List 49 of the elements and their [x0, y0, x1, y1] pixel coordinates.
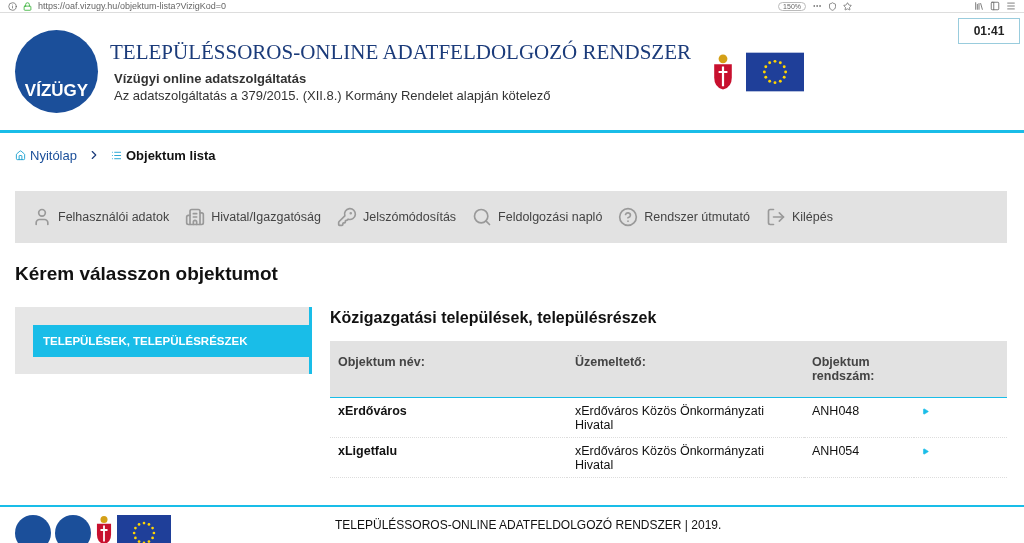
column-header: Üzemeltető: — [567, 341, 804, 398]
list-icon — [110, 149, 122, 161]
menu-item[interactable]: Kilépés — [765, 207, 833, 227]
logo — [15, 515, 51, 543]
table-cell: ANH048 — [804, 397, 914, 438]
open-arrow-icon[interactable] — [922, 448, 929, 455]
info-icon — [8, 1, 17, 11]
breadcrumb-link[interactable]: Nyitólap — [15, 147, 77, 163]
library-icon[interactable] — [974, 1, 984, 11]
logo — [55, 515, 91, 543]
open-arrow-icon[interactable] — [922, 408, 929, 415]
sidebar-icon[interactable] — [990, 1, 1000, 11]
page-heading: Kérem válasszon objektumot — [15, 263, 279, 285]
menu-item[interactable]: Rendszer útmutató — [618, 207, 750, 227]
timer: 01:41 — [958, 18, 1020, 44]
home-icon — [15, 149, 26, 161]
table-cell: xErdőváros Közös Önkormányzati Hivatal — [567, 437, 804, 478]
table-cell: ANH054 — [804, 437, 914, 478]
lock-icon — [23, 1, 32, 11]
coat-of-arms-icon — [95, 515, 113, 543]
exit-icon — [765, 207, 786, 227]
site-title: TELEPÜLÉSSOROS-ONLINE ADATFELDOLGOZÓ RENDSZER — [110, 40, 692, 65]
breadcrumb-link[interactable]: Objektum lista — [110, 147, 216, 163]
site-subtitle: Vízügyi online adatszolgáltatás — [113, 71, 308, 86]
menu-item[interactable]: Felhasználói adatok — [32, 207, 170, 227]
building-icon — [185, 207, 206, 227]
eu-flag-icon — [117, 515, 171, 543]
menu-icon[interactable] — [1006, 1, 1016, 11]
menu-item[interactable]: Hivatal/Igazgatóság — [185, 207, 321, 227]
menu-item[interactable]: Jelszómódosítás — [337, 207, 457, 227]
column-header: Objektum rendszám: — [804, 341, 914, 398]
table-cell: xErdőváros — [330, 397, 567, 438]
help-icon — [618, 207, 639, 227]
star-icon[interactable] — [843, 1, 852, 11]
section-title: Közigazgatási települések, településrészek — [330, 309, 658, 327]
footer-text: TELEPÜLÉSSOROS-ONLINE ADATFELDOLGOZÓ RENDSZER | 2019. — [335, 516, 722, 534]
logo: VÍZÜGY — [15, 30, 98, 113]
search-icon — [472, 207, 493, 227]
coat-of-arms-icon — [712, 51, 734, 92]
table-cell: xLigetfalu — [330, 437, 567, 478]
key-icon — [337, 207, 357, 227]
eu-flag-icon — [746, 51, 804, 92]
shield-icon[interactable] — [828, 1, 837, 11]
column-header: Objektum név: — [330, 341, 567, 398]
menu-item[interactable]: Feldolgozási napló — [472, 207, 603, 227]
legal-note: Az adatszolgáltatás a 379/2015. (XII.8.) Kormány Rendelet alapján kötelező — [113, 88, 552, 103]
user-icon — [32, 207, 52, 227]
table-cell: xErdőváros Közös Önkormányzati Hivatal — [567, 397, 804, 438]
address-bar[interactable]: https://oaf.vizugy.hu/objektum-lista?VizigKod=0 — [38, 1, 773, 11]
